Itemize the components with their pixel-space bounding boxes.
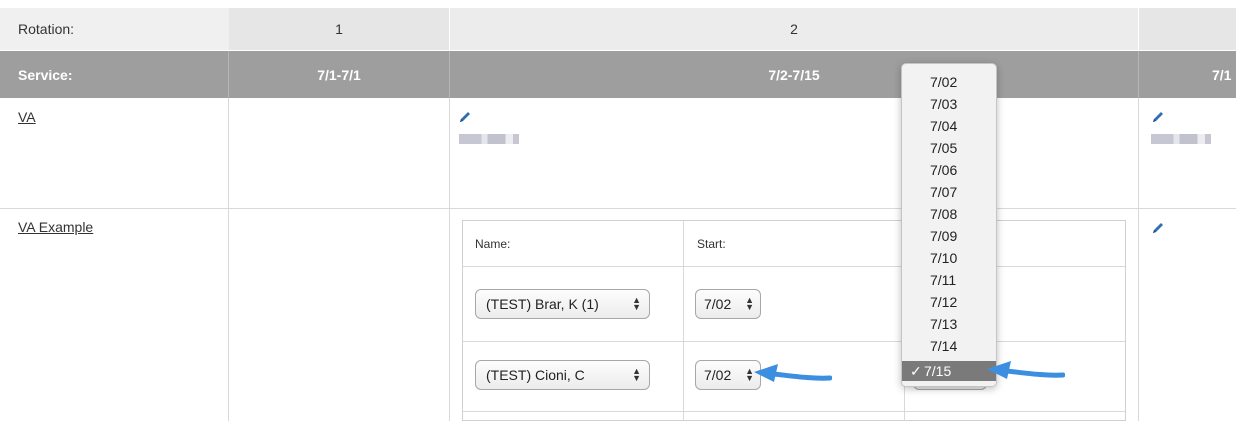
name-select[interactable]: (TEST) Brar, K (1) ▲ ▼ — [475, 289, 650, 319]
service-3-header: 7/1 — [1212, 66, 1232, 83]
start-date-select-value: 7/02 — [704, 367, 732, 383]
dropdown-option[interactable]: 7/05 — [902, 140, 996, 156]
dropdown-option[interactable]: 7/11 — [902, 272, 996, 288]
start-column-header: Start: — [697, 237, 726, 251]
updown-chevron-icon: ▲ ▼ — [632, 366, 641, 383]
service-2-header: 7/2-7/15 — [768, 66, 820, 83]
dropdown-option[interactable]: 7/07 — [902, 184, 996, 200]
divider — [449, 98, 450, 421]
divider — [683, 221, 684, 421]
dropdown-option[interactable]: 7/12 — [902, 294, 996, 310]
dropdown-option[interactable]: 7/08 — [902, 206, 996, 222]
divider — [463, 266, 1125, 267]
service-1-header: 7/1-7/1 — [317, 66, 361, 83]
pencil-icon[interactable] — [1151, 221, 1165, 235]
pencil-icon[interactable] — [1151, 110, 1165, 124]
dropdown-option-selected-label: 7/15 — [924, 363, 952, 379]
dropdown-option[interactable]: 7/10 — [902, 250, 996, 266]
date-dropdown-menu[interactable]: 7/02 7/03 7/04 7/05 7/06 7/07 7/08 7/09 … — [901, 63, 997, 387]
row-link-va-example-label[interactable]: VA Example — [18, 219, 93, 235]
dropdown-option[interactable]: 7/06 — [902, 162, 996, 178]
rotation-3-header — [1139, 8, 1236, 50]
service-row: Service: 7/1-7/1 7/2-7/15 7/1 — [0, 51, 1236, 98]
updown-chevron-icon: ▲ ▼ — [745, 295, 754, 312]
pencil-icon[interactable] — [458, 110, 472, 124]
dropdown-option[interactable]: 7/09 — [902, 228, 996, 244]
redacted-name — [459, 134, 534, 144]
dropdown-option[interactable]: 7/03 — [902, 96, 996, 112]
name-select-value: (TEST) Brar, K (1) — [486, 296, 599, 312]
assignments-table — [462, 220, 1126, 421]
annotation-arrow-icon — [987, 361, 1065, 379]
divider — [463, 341, 1125, 342]
updown-chevron-icon: ▲ ▼ — [632, 295, 641, 312]
row-link-va[interactable]: VA — [18, 109, 36, 127]
divider — [1138, 98, 1139, 421]
rotation-row: Rotation: 1 2 — [0, 8, 1236, 50]
redacted-name — [1151, 134, 1226, 144]
divider — [463, 411, 1125, 412]
name-select[interactable]: (TEST) Cioni, C ▲ ▼ — [475, 360, 650, 390]
dropdown-option[interactable]: 7/04 — [902, 118, 996, 134]
divider — [1138, 51, 1139, 98]
start-date-select-value: 7/02 — [704, 296, 732, 312]
dropdown-option[interactable]: 7/02 — [902, 74, 996, 90]
row-link-va-example[interactable]: VA Example — [18, 219, 93, 237]
service-label: Service: — [18, 66, 73, 83]
dropdown-option-selected[interactable]: ✓ 7/15 — [902, 361, 996, 381]
rotation-label: Rotation: — [0, 8, 246, 50]
row-link-va-label[interactable]: VA — [18, 109, 36, 125]
divider — [0, 208, 1236, 209]
name-column-header: Name: — [475, 237, 511, 251]
rotation-2-header: 2 — [450, 8, 1138, 50]
name-select-value: (TEST) Cioni, C — [486, 367, 585, 383]
start-date-select[interactable]: 7/02 ▲ ▼ — [695, 289, 761, 319]
dropdown-option[interactable]: 7/13 — [902, 316, 996, 332]
annotation-arrow-icon — [754, 364, 832, 382]
rotation-1-header: 1 — [229, 8, 449, 50]
divider — [228, 98, 229, 421]
checkmark-icon: ✓ — [910, 363, 922, 379]
dropdown-option[interactable]: 7/14 — [902, 338, 996, 354]
